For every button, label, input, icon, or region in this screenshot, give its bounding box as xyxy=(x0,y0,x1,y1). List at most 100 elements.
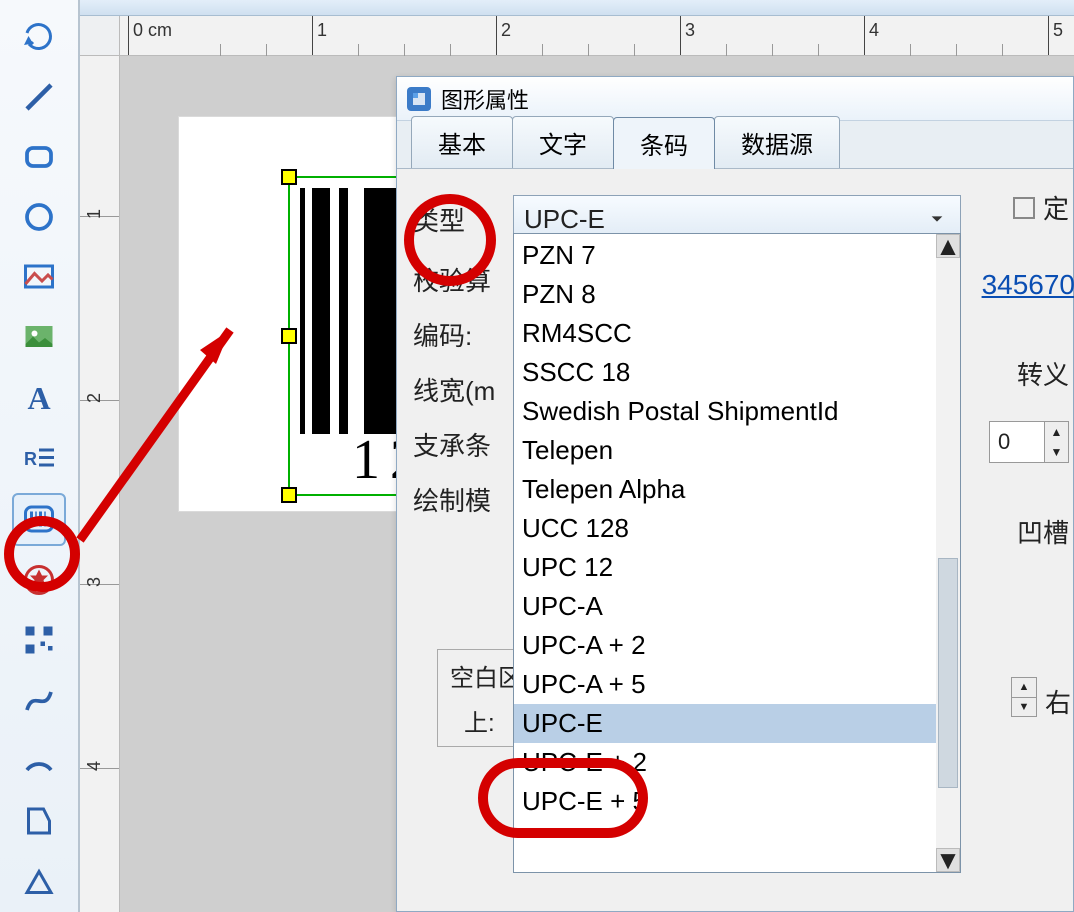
dropdown-option[interactable]: PZN 8 xyxy=(514,275,938,314)
label-fixed: 定 xyxy=(1043,189,1069,226)
scroll-thumb[interactable] xyxy=(938,558,958,788)
ruler-h-label: 5 xyxy=(1053,20,1074,41)
tool-stamp[interactable] xyxy=(12,554,66,606)
curve-icon xyxy=(21,683,57,719)
spin-down-icon[interactable]: ▼ xyxy=(1011,698,1037,718)
tool-shape-up[interactable] xyxy=(12,856,66,908)
barcode-icon xyxy=(21,501,57,537)
type-select-value: UPC-E xyxy=(524,204,605,235)
dropdown-option[interactable]: UPC 12 xyxy=(514,548,938,587)
dropdown-option[interactable]: PZN 7 xyxy=(514,236,938,275)
spin-blank[interactable]: ▲ ▼ xyxy=(1011,677,1037,717)
ruler-v-label: 3 xyxy=(84,487,105,587)
dropdown-option[interactable]: UPC-A + 5 xyxy=(514,665,938,704)
label-groove: 凹槽 xyxy=(1017,513,1069,550)
dialog-properties[interactable]: 图形属性 基本 文字 条码 数据源 类型 UPC-E 校验算 编码: 线宽(m … xyxy=(396,76,1074,912)
tool-paragraph[interactable]: R xyxy=(12,433,66,485)
ruler-h-label: 3 xyxy=(685,20,785,41)
tool-ellipse[interactable] xyxy=(12,191,66,243)
line-icon xyxy=(21,79,57,115)
dropdown-option[interactable]: UPC-A + 2 xyxy=(514,626,938,665)
handle-l[interactable] xyxy=(281,328,297,344)
tab-datasource[interactable]: 数据源 xyxy=(714,116,840,168)
scroll-down-icon[interactable]: ▼ xyxy=(936,848,960,872)
chevron-down-icon xyxy=(920,202,954,236)
spin-linewidth[interactable]: 0 ▲ ▼ xyxy=(989,421,1069,463)
scroll-track[interactable] xyxy=(936,258,960,848)
dialog-title: 图形属性 xyxy=(441,83,529,115)
handle-bl[interactable] xyxy=(281,487,297,503)
ruler-v-label: 1 xyxy=(84,119,105,219)
dropdown-scrollbar[interactable]: ▲ ▼ xyxy=(936,234,960,872)
label-top: 上: xyxy=(450,703,522,738)
ruler-h-label: 4 xyxy=(869,20,969,41)
dropdown-option[interactable]: Swedish Postal ShipmentId xyxy=(514,392,938,431)
dropdown-option[interactable]: RM4SCC xyxy=(514,314,938,353)
tool-image[interactable] xyxy=(12,312,66,364)
tool-polygon[interactable] xyxy=(12,795,66,847)
label-right: 右 xyxy=(1045,683,1071,720)
ruler-h-label: 2 xyxy=(501,20,601,41)
paragraph-icon: R xyxy=(21,441,57,477)
ruler-h-label: 0 cm xyxy=(133,20,233,41)
tool-arc[interactable] xyxy=(12,735,66,787)
label-drawmode: 绘制模 xyxy=(413,481,513,518)
dropdown-option[interactable]: UPC-E xyxy=(514,704,938,743)
spin-up[interactable]: ▲ xyxy=(1044,422,1068,442)
text-icon: A xyxy=(27,380,50,417)
tool-curve[interactable] xyxy=(12,674,66,726)
dropdown-option[interactable]: UCC 128 xyxy=(514,509,938,548)
tab-barcode[interactable]: 条码 xyxy=(613,117,715,169)
undo-icon xyxy=(21,18,57,54)
dialog-body: 类型 UPC-E 校验算 编码: 线宽(m 支承条 绘制模 空白区 上: 定 3… xyxy=(397,169,1073,556)
dropdown-option[interactable]: UPC-E + 5 xyxy=(514,782,938,821)
roundrect-icon xyxy=(21,139,57,175)
type-dropdown[interactable]: PZN 7PZN 8RM4SCCSSCC 18Swedish Postal Sh… xyxy=(513,233,961,873)
qr-icon xyxy=(21,622,57,658)
dropdown-option[interactable]: SSCC 18 xyxy=(514,353,938,392)
tool-barcode[interactable] xyxy=(12,493,66,546)
dropdown-option[interactable]: UPC-E + 2 xyxy=(514,743,938,782)
ruler-v-label: 2 xyxy=(84,303,105,403)
checkbox-fixed[interactable] xyxy=(1013,197,1035,219)
tab-strip xyxy=(80,0,1074,16)
ruler-v-label: 4 xyxy=(84,671,105,771)
arc-icon xyxy=(21,743,57,779)
ellipse-icon xyxy=(21,199,57,235)
tool-text[interactable]: A xyxy=(12,372,66,424)
scroll-up-icon[interactable]: ▲ xyxy=(936,234,960,258)
spin-down[interactable]: ▼ xyxy=(1044,442,1068,462)
imgframe-icon xyxy=(21,260,57,296)
spin-up-icon[interactable]: ▲ xyxy=(1011,677,1037,698)
ruler-horizontal[interactable]: 0 cm 1 2 3 4 5 xyxy=(120,16,1074,56)
link-data[interactable]: 345670 xyxy=(982,269,1074,301)
tool-undo[interactable] xyxy=(12,10,66,62)
handle-tl[interactable] xyxy=(281,169,297,185)
label-blank: 空白区 xyxy=(450,658,522,693)
ruler-h-label: 1 xyxy=(317,20,417,41)
label-linewidth: 线宽(m xyxy=(413,371,513,408)
dialog-icon xyxy=(407,87,431,111)
ruler-corner xyxy=(80,16,120,56)
label-bearer: 支承条 xyxy=(413,426,513,463)
dropdown-option[interactable]: UPC-A xyxy=(514,587,938,626)
spin-linewidth-value: 0 xyxy=(998,429,1010,455)
label-check: 校验算 xyxy=(413,261,513,298)
dropdown-option[interactable]: Telepen xyxy=(514,431,938,470)
dialog-titlebar[interactable]: 图形属性 xyxy=(397,77,1073,121)
label-escape: 转义 xyxy=(1017,355,1069,392)
toolbar: A R xyxy=(0,0,80,912)
label-encoding: 编码: xyxy=(413,316,513,353)
dropdown-option[interactable]: Telepen Alpha xyxy=(514,470,938,509)
tool-roundrect[interactable] xyxy=(12,131,66,183)
tool-qr[interactable] xyxy=(12,614,66,666)
tab-basic[interactable]: 基本 xyxy=(411,116,513,168)
svg-text:R: R xyxy=(24,449,37,469)
polygon-icon xyxy=(21,803,57,839)
label-type: 类型 xyxy=(413,201,513,238)
tool-imgframe[interactable] xyxy=(12,252,66,304)
tool-line[interactable] xyxy=(12,70,66,122)
tab-text[interactable]: 文字 xyxy=(512,116,614,168)
ruler-vertical[interactable]: 1 2 3 4 xyxy=(80,56,120,912)
stamp-icon xyxy=(21,562,57,598)
